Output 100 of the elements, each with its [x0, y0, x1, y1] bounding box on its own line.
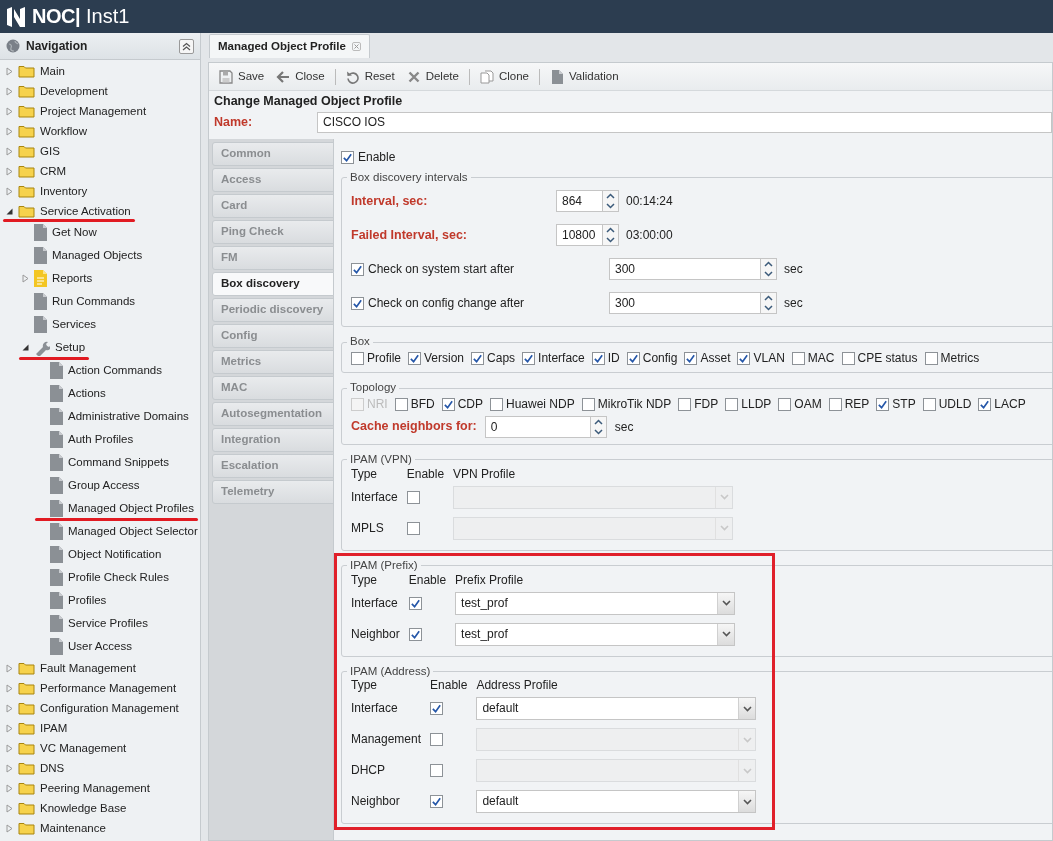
reset-button[interactable]: Reset	[341, 67, 399, 86]
checkbox[interactable]	[876, 398, 890, 411]
tree-item[interactable]: Reports	[21, 270, 93, 287]
tree-item[interactable]: Setup	[21, 339, 86, 356]
collapsed-icon[interactable]	[5, 106, 13, 116]
collapsed-icon[interactable]	[5, 743, 13, 753]
checkbox[interactable]	[522, 352, 536, 366]
tree-item[interactable]: Managed Object Profiles	[37, 500, 194, 517]
tree-item[interactable]: Profiles	[37, 592, 107, 609]
chevron-up-icon[interactable]	[606, 227, 615, 234]
delete-button[interactable]: Delete	[402, 67, 463, 86]
validation-button[interactable]: Validation	[546, 67, 623, 86]
chevron-up-icon[interactable]	[764, 261, 773, 268]
tree-item[interactable]: Managed Object Selector	[37, 523, 198, 540]
tree-item[interactable]: Actions	[37, 385, 106, 402]
collapsed-icon[interactable]	[5, 186, 13, 196]
collapsed-icon[interactable]	[5, 126, 13, 136]
chevron-down-icon[interactable]	[742, 798, 752, 805]
collapsed-icon[interactable]	[5, 146, 13, 156]
chevron-down-icon[interactable]	[721, 600, 731, 607]
dropdown-field[interactable]	[453, 485, 734, 509]
collapsed-icon[interactable]	[5, 803, 13, 813]
number-field[interactable]: 864	[556, 190, 619, 213]
checkbox[interactable]	[791, 352, 805, 366]
checkbox[interactable]	[626, 352, 640, 366]
tree-item[interactable]: Development	[5, 83, 108, 99]
chevron-down-icon[interactable]	[764, 271, 773, 278]
tree-item[interactable]: CRM	[5, 163, 67, 179]
tree-item[interactable]: Maintenance	[5, 820, 106, 836]
chevron-up-icon[interactable]	[593, 419, 603, 425]
collapsed-icon[interactable]	[5, 763, 13, 773]
chevron-down-icon[interactable]	[742, 705, 752, 712]
tree-item[interactable]: Action Commands	[37, 362, 162, 379]
tree-item[interactable]: Project Management	[5, 103, 147, 119]
collapsed-icon[interactable]	[21, 274, 29, 283]
dropdown-field[interactable]	[476, 728, 757, 752]
checkbox[interactable]	[406, 521, 420, 535]
text-field[interactable]: CISCO IOS	[317, 112, 1052, 134]
checkbox[interactable]	[490, 398, 503, 411]
checkbox[interactable]	[778, 398, 792, 411]
chevron-down-icon[interactable]	[721, 631, 731, 638]
checkbox[interactable]	[406, 490, 420, 504]
tree-item[interactable]: Profile Check Rules	[37, 569, 169, 586]
tree-item[interactable]: Service Activation	[5, 203, 131, 219]
checkbox[interactable]	[430, 764, 444, 778]
checkbox[interactable]	[581, 398, 595, 411]
tree-item[interactable]: IPAM	[5, 720, 68, 736]
close-icon[interactable]	[351, 42, 361, 51]
tree-item[interactable]: Fault Management	[5, 660, 136, 676]
tree-item[interactable]: Services	[21, 316, 97, 333]
checkbox[interactable]	[828, 398, 842, 411]
checkbox[interactable]	[408, 352, 421, 366]
dropdown-field[interactable]: default	[476, 697, 757, 721]
tree-item[interactable]: Managed Objects	[21, 247, 143, 264]
checkbox[interactable]	[341, 150, 354, 164]
number-field[interactable]: 10800	[556, 224, 619, 247]
checkbox[interactable]	[841, 352, 855, 366]
collapsed-icon[interactable]	[5, 86, 13, 96]
tree-item[interactable]: Get Now	[21, 224, 97, 241]
chevron-down-icon[interactable]	[593, 429, 603, 435]
checkbox[interactable]	[430, 795, 444, 809]
tree-item[interactable]: User Access	[37, 638, 132, 655]
checkbox[interactable]	[978, 398, 992, 411]
dropdown-field[interactable]: test_prof	[455, 591, 736, 615]
chevron-up-icon[interactable]	[606, 193, 615, 200]
checkbox[interactable]	[351, 262, 364, 276]
tree-item[interactable]: Run Commands	[21, 293, 136, 310]
number-field[interactable]: 300	[609, 292, 777, 315]
side-tab[interactable]: Box discovery	[212, 271, 334, 296]
clone-button[interactable]: Clone	[475, 67, 533, 86]
collapsed-icon[interactable]	[5, 723, 13, 733]
tree-item[interactable]: VC Management	[5, 740, 127, 756]
collapsed-icon[interactable]	[5, 166, 13, 176]
checkbox[interactable]	[678, 398, 692, 411]
tree-item[interactable]: DNS	[5, 760, 65, 776]
checkbox[interactable]	[725, 398, 739, 411]
collapsed-icon[interactable]	[5, 663, 13, 673]
tree-item[interactable]: Command Snippets	[37, 454, 169, 471]
checkbox[interactable]	[394, 398, 408, 411]
chevron-up-icon[interactable]	[764, 295, 773, 302]
dropdown-field[interactable]: test_prof	[455, 622, 736, 646]
expanded-icon[interactable]	[21, 344, 29, 351]
tab[interactable]: Managed Object Profile	[209, 34, 370, 58]
chevron-down-icon[interactable]	[606, 237, 615, 244]
number-field[interactable]: 0	[484, 416, 607, 438]
tree-item[interactable]: Administrative Domains	[37, 408, 189, 425]
checkbox[interactable]	[351, 296, 364, 310]
collapsed-icon[interactable]	[5, 703, 13, 713]
dropdown-field[interactable]	[476, 759, 757, 783]
checkbox[interactable]	[408, 596, 422, 610]
dropdown-field[interactable]: default	[476, 790, 757, 814]
tree-item[interactable]: GIS	[5, 143, 60, 159]
tree-item[interactable]: Auth Profiles	[37, 431, 134, 448]
collapsed-icon[interactable]	[5, 66, 13, 76]
number-field[interactable]: 300	[609, 258, 777, 281]
tree-item[interactable]: Peering Management	[5, 780, 150, 796]
dropdown-field[interactable]	[453, 516, 734, 540]
close-button[interactable]: Close	[272, 67, 329, 86]
tree-item[interactable]: Knowledge Base	[5, 800, 127, 816]
checkbox[interactable]	[351, 352, 364, 366]
